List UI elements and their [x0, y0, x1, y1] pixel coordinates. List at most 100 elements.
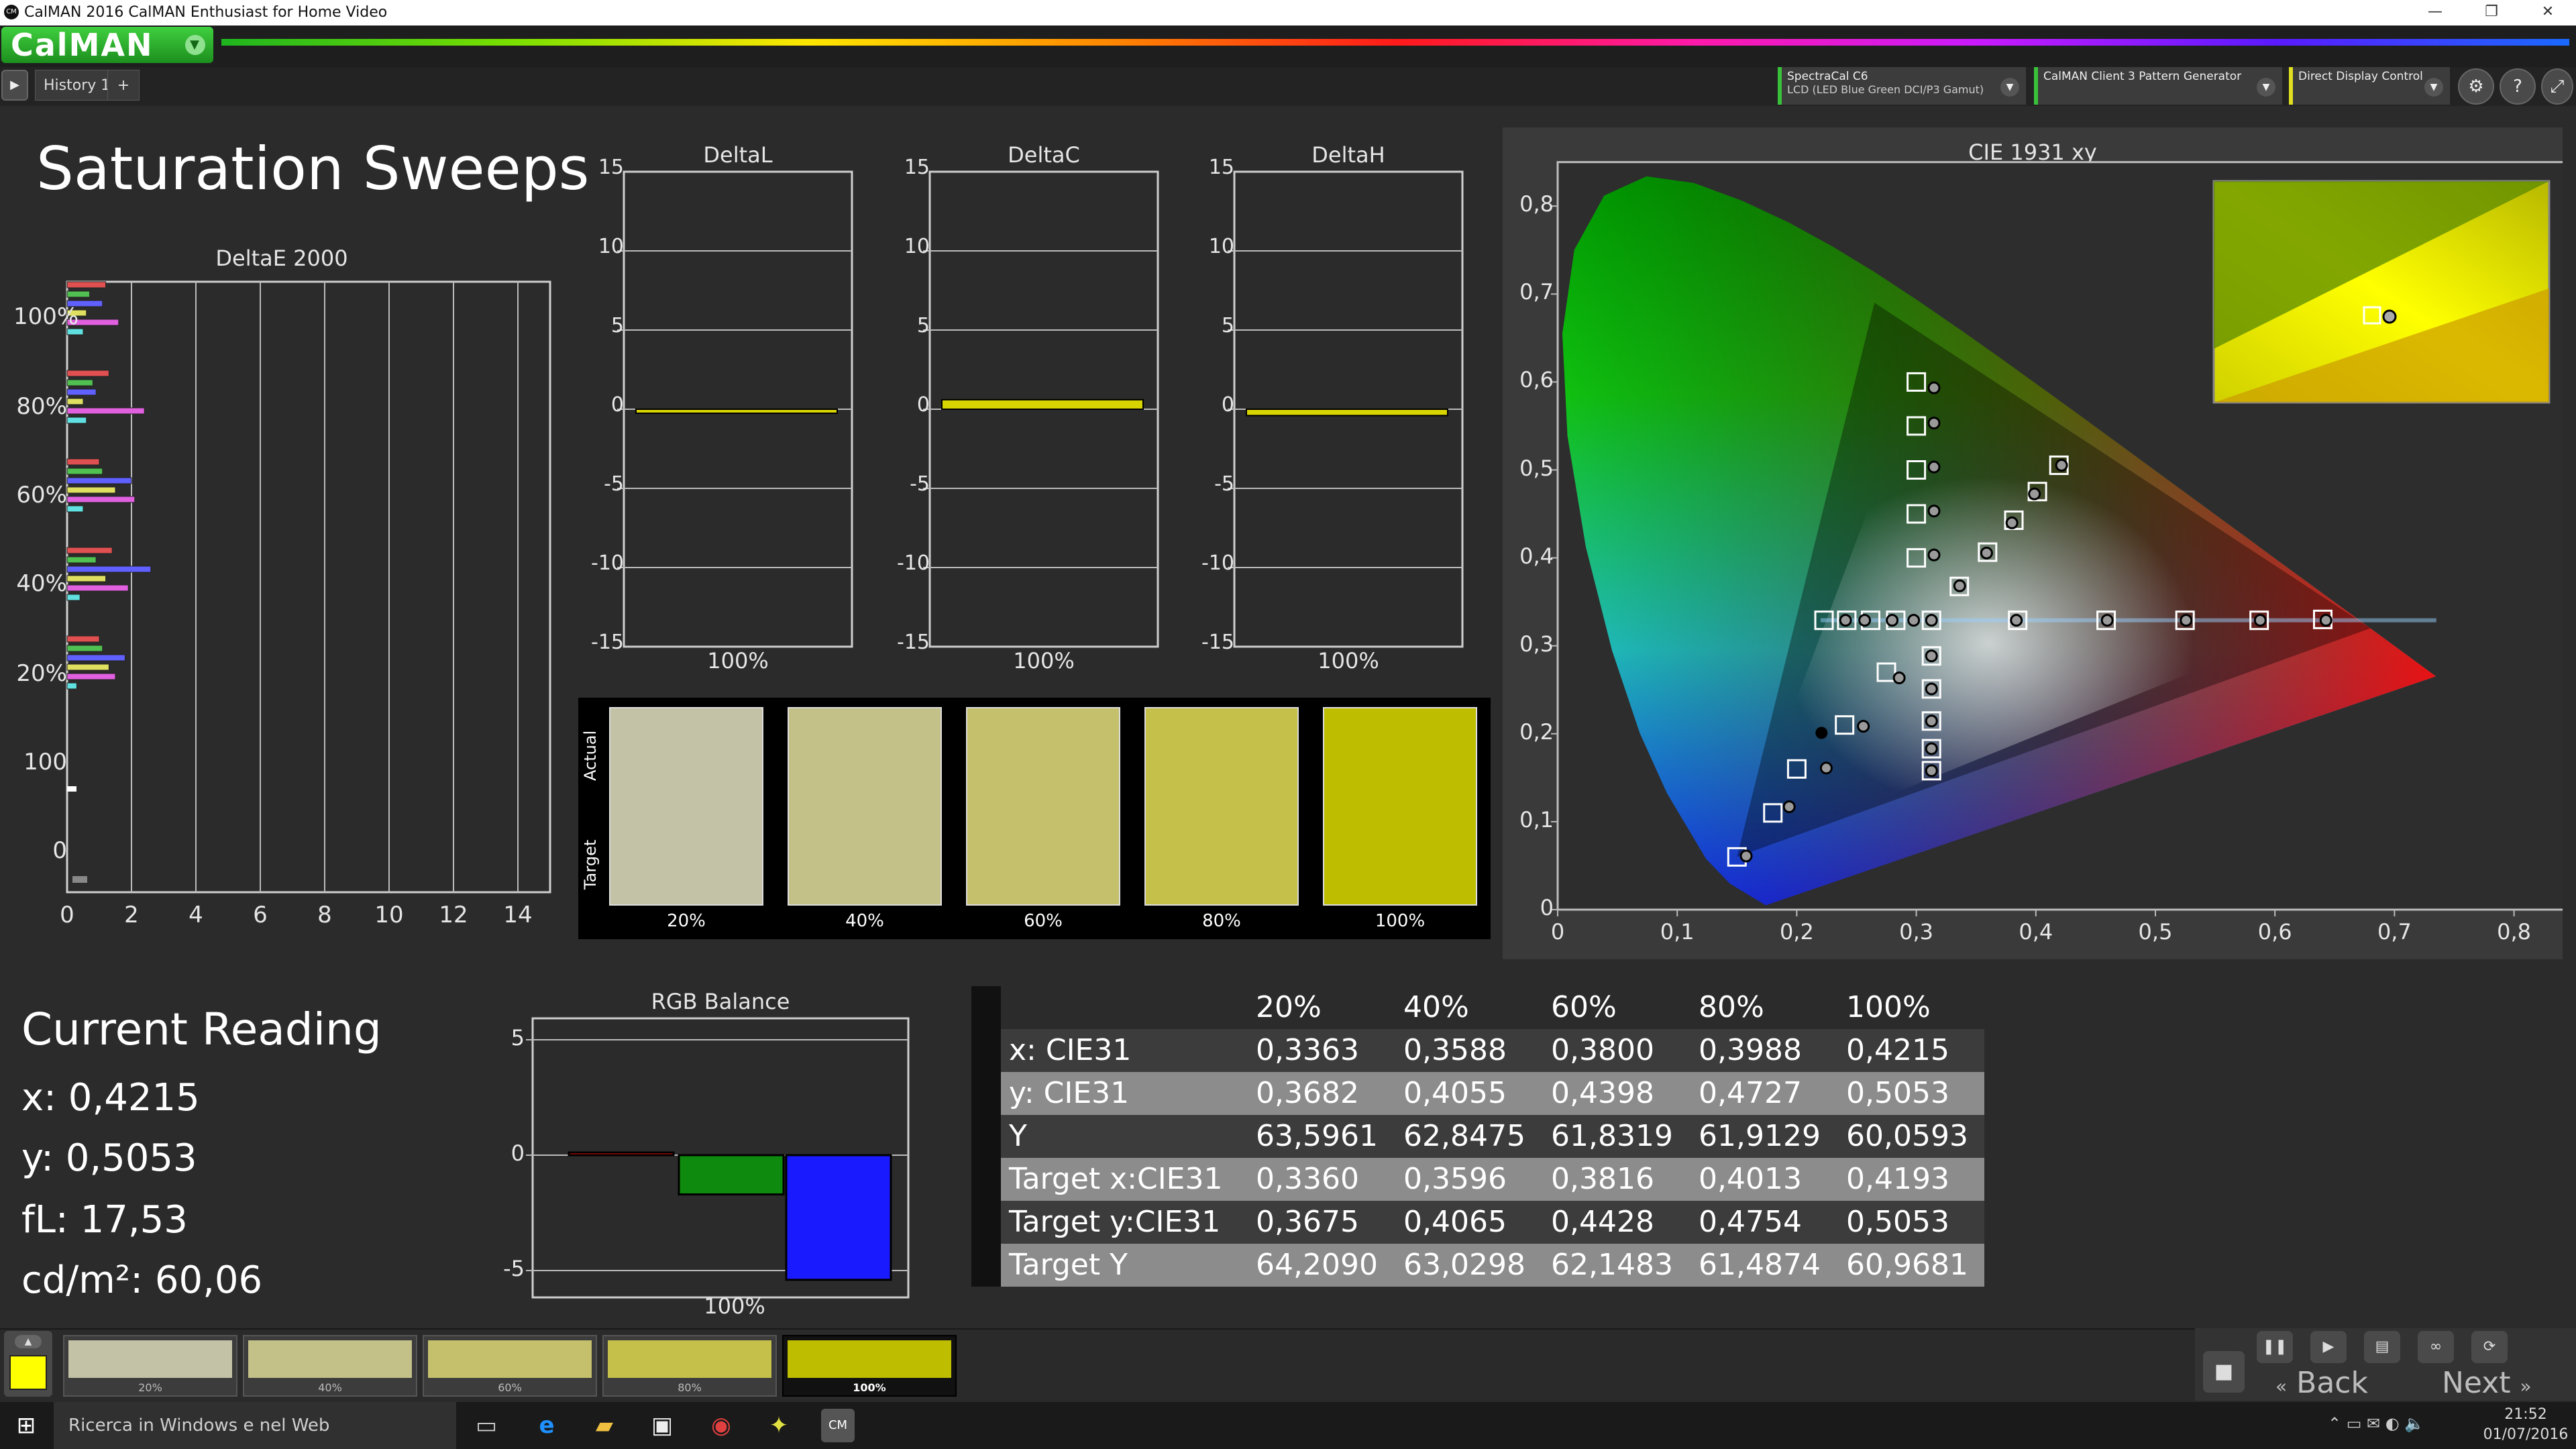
calman-taskbar-icon[interactable]: CM	[821, 1409, 855, 1442]
cie-measured-point	[1927, 417, 1941, 430]
col-80: 80%	[1699, 990, 1764, 1024]
clock-date: 01/07/2016	[2483, 1426, 2569, 1443]
cie-xtick-label: 0,6	[2257, 919, 2292, 945]
folder-icon[interactable]: ▰	[588, 1409, 621, 1442]
row-marker	[971, 1158, 1001, 1201]
expand-icon[interactable]: ⤢	[2541, 68, 2573, 105]
patch-button[interactable]: 100%	[782, 1335, 957, 1397]
delta-tick-label: -5	[604, 472, 624, 496]
refresh-icon[interactable]: ⟳	[2471, 1331, 2508, 1363]
table-cell: 0,4065	[1403, 1205, 1507, 1239]
deltae-ylabel-0: 0	[52, 837, 67, 864]
task-view-icon[interactable]: ▭	[470, 1409, 503, 1442]
edge-icon[interactable]: e	[530, 1409, 564, 1442]
deltae-bar	[66, 477, 132, 484]
deltae-xtick-label: 8	[317, 902, 332, 928]
rgb-tick-5: 5	[511, 1025, 525, 1051]
back-button[interactable]: « Back	[2275, 1366, 2368, 1400]
table-row: Target x:CIE31 0,3360 0,3596 0,3816 0,4013 0,…	[971, 1158, 1984, 1201]
delta-tick-label: 10	[598, 235, 624, 258]
close-button[interactable]: ✕	[2528, 1, 2568, 23]
stop-icon[interactable]: ■	[2203, 1351, 2245, 1393]
save-icon[interactable]: ▤	[2364, 1331, 2400, 1363]
current-x: x: 0,4215	[21, 1076, 200, 1120]
cie-measured-point	[1980, 546, 1993, 559]
deltae-bar	[66, 468, 103, 475]
chevron-down-icon[interactable]: ▼	[2257, 78, 2275, 97]
patch-selector[interactable]: ▲	[4, 1331, 52, 1397]
deltae-bar	[66, 547, 113, 554]
store-icon[interactable]: ▣	[645, 1409, 679, 1442]
patch-button[interactable]: 80%	[602, 1335, 777, 1397]
table-row: y: CIE31 0,3682 0,4055 0,4398 0,4727 0,5053	[971, 1072, 1984, 1115]
patch-button[interactable]: 20%	[63, 1335, 237, 1397]
chrome-icon[interactable]: ◉	[704, 1409, 738, 1442]
tray-icons[interactable]: ⌃ ▭ ✉ ◐ 🔈	[2328, 1414, 2424, 1433]
cie-measured-point	[1857, 720, 1870, 733]
deltae-bar	[66, 407, 145, 415]
logo-text: CalMAN	[11, 27, 154, 63]
cie-zoom-inset	[2212, 180, 2551, 404]
settings-gear-icon[interactable]: ⚙	[2458, 68, 2494, 105]
rgb-balance-chart	[526, 1017, 910, 1299]
minimize-button[interactable]: —	[2415, 1, 2455, 23]
help-icon[interactable]: ?	[2500, 68, 2536, 105]
app-icon-a[interactable]: ✦	[762, 1409, 796, 1442]
chevron-down-icon[interactable]: ▼	[2424, 78, 2443, 97]
taskbar-search[interactable]: Ricerca in Windows e nel Web	[54, 1402, 456, 1449]
cie-measured-point	[2180, 614, 2193, 627]
delta-bar	[1246, 409, 1448, 417]
cie-measured-point	[1925, 764, 1938, 777]
restore-button[interactable]: ❐	[2471, 1, 2512, 23]
chevron-down-icon[interactable]: ▼	[2000, 78, 2019, 97]
device-pattern-generator[interactable]: CalMAN Client 3 Pattern Generator ▼	[2034, 67, 2282, 105]
deltae-xtick-label: 14	[503, 902, 533, 928]
cie-measured-point	[1815, 727, 1828, 739]
swatch-label: 80%	[1202, 911, 1241, 931]
delta-chart-plot	[1228, 170, 1464, 648]
deltae-bar	[66, 682, 77, 690]
device-meter[interactable]: SpectraCal C6 LCD (LED Blue Green DCI/P3…	[1778, 67, 2026, 105]
table-cell: 0,3596	[1403, 1162, 1507, 1196]
add-tab-button[interactable]: +	[107, 70, 140, 101]
deltae-bar	[66, 594, 80, 601]
cie-measured-point	[1858, 614, 1872, 627]
cie-xtick-label: 0,8	[2497, 919, 2532, 945]
chevron-down-icon[interactable]: ▼	[185, 35, 205, 55]
windows-start-icon[interactable]: ⊞	[9, 1409, 43, 1442]
deltae-bar	[66, 388, 97, 396]
color-swatch	[1144, 707, 1299, 906]
swatch-label: 100%	[1375, 911, 1426, 931]
table-cell: 63,5961	[1256, 1119, 1378, 1153]
cie-xtick-label: 0,7	[2377, 919, 2412, 945]
cie-ytick-label: 0	[1540, 895, 1554, 920]
next-button[interactable]: Next »	[2442, 1366, 2532, 1400]
patch-button[interactable]: 60%	[423, 1335, 597, 1397]
actual-label: Actual	[581, 730, 600, 781]
table-row: Y 63,5961 62,8475 61,8319 61,9129 60,0593	[971, 1115, 1984, 1158]
row-marker	[971, 1029, 1001, 1072]
table-cell: 0,3675	[1256, 1205, 1359, 1239]
color-swatch	[609, 707, 763, 906]
color-swatch	[966, 707, 1120, 906]
patch-button[interactable]: 40%	[243, 1335, 417, 1397]
play-icon[interactable]: ▶	[2310, 1331, 2347, 1363]
deltae-grid	[66, 280, 551, 894]
table-cell: 0,4398	[1551, 1076, 1654, 1110]
cie-measured-point	[1927, 460, 1941, 474]
patch-label: 20%	[138, 1381, 162, 1394]
device-display-control[interactable]: Direct Display Control ▼	[2289, 67, 2450, 105]
tab-history-1[interactable]: History 1	[35, 70, 119, 101]
cie-xtick-label: 0,5	[2138, 919, 2173, 945]
deltae-bar	[66, 663, 109, 671]
delta-tick-label: -10	[1201, 551, 1234, 575]
loop-icon[interactable]: ∞	[2418, 1331, 2454, 1363]
chevron-up-icon[interactable]: ▲	[15, 1335, 42, 1348]
play-icon[interactable]: ▶	[1, 70, 28, 101]
cie-measured-point	[2055, 459, 2068, 472]
rgb-bar-g	[678, 1154, 785, 1195]
current-cdm2: cd/m²: 60,06	[21, 1258, 263, 1302]
pause-icon[interactable]: ❚❚	[2257, 1331, 2293, 1363]
calman-logo[interactable]: CalMAN ▼	[1, 27, 213, 63]
row-label: Y	[1009, 1119, 1027, 1153]
